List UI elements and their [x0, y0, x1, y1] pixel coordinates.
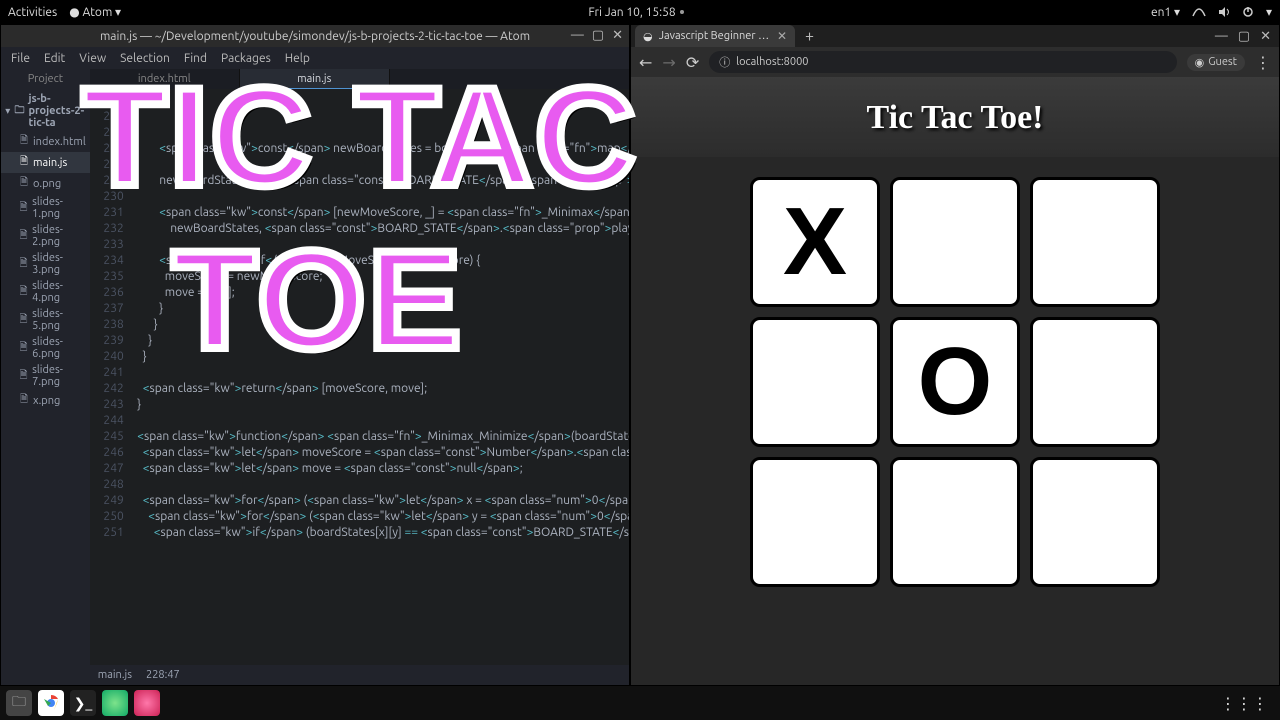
menu-help[interactable]: Help	[285, 52, 310, 65]
tree-file[interactable]: 🗎slides-6.png	[1, 334, 90, 362]
forward-button[interactable]: →	[662, 53, 675, 72]
atom-title-bar[interactable]: main.js — ~/Development/youtube/simondev…	[1, 25, 629, 47]
atom-menu-bar: File Edit View Selection Find Packages Help	[1, 47, 629, 69]
editor-tab[interactable]: index.html	[90, 69, 240, 89]
maximize-button[interactable]: ▢	[592, 28, 604, 43]
power-icon[interactable]	[1242, 6, 1254, 19]
dock-files-icon[interactable]: 🗀	[6, 690, 32, 716]
guest-icon: ◉	[1195, 56, 1205, 69]
browser-close-button[interactable]: ✕	[1260, 29, 1271, 44]
site-info-icon[interactable]: ⓘ	[719, 54, 730, 70]
line-number-gutter: 2242252262272282292302312322332342352362…	[90, 89, 132, 665]
tree-file[interactable]: 🗎o.png	[1, 173, 90, 194]
editor-tab[interactable]: main.js	[240, 69, 390, 89]
chevron-down-icon[interactable]: ▾	[1266, 5, 1272, 19]
minimize-button[interactable]: —	[571, 28, 584, 43]
network-icon[interactable]	[1192, 6, 1206, 19]
browser-menu-icon[interactable]: ⋮	[1255, 53, 1271, 72]
browser-window: ◒ Javascript Beginner Project ✕ + — ▢ ✕ …	[630, 24, 1280, 686]
project-tree[interactable]: Project ▾🗀js-b-projects-2-tic-ta 🗎index.…	[1, 69, 90, 685]
board-cell-3[interactable]	[750, 317, 880, 447]
tree-file[interactable]: 🗎slides-5.png	[1, 306, 90, 334]
project-tree-header: Project	[1, 73, 90, 91]
show-applications-icon[interactable]: ⋮⋮⋮	[1220, 694, 1274, 713]
dock-terminal-icon[interactable]: ❯_	[70, 690, 96, 716]
profile-button[interactable]: ◉ Guest	[1187, 54, 1245, 71]
board-cell-8[interactable]	[1030, 457, 1160, 587]
tree-file[interactable]: 🗎index.html	[1, 131, 90, 152]
menu-view[interactable]: View	[79, 52, 106, 65]
dock-app4-icon[interactable]	[102, 690, 128, 716]
editor-tab-bar: index.htmlmain.js	[90, 69, 629, 89]
browser-tab-title: Javascript Beginner Project	[659, 30, 771, 42]
activities-button[interactable]: Activities	[8, 6, 57, 19]
url-text: localhost:8000	[736, 56, 808, 68]
app-menu[interactable]: ● Atom ▾	[69, 5, 121, 19]
board-cell-0[interactable]: X	[750, 177, 880, 307]
close-tab-icon[interactable]: ✕	[777, 29, 787, 43]
project-root-folder[interactable]: ▾🗀js-b-projects-2-tic-ta	[1, 91, 90, 131]
tree-file[interactable]: 🗎slides-7.png	[1, 362, 90, 390]
tree-file[interactable]: 🗎slides-4.png	[1, 278, 90, 306]
atom-status-bar: main.js 228:47 LF UTF-8 JavaScript ◌ Git…	[90, 665, 629, 685]
tic-tac-toe-board: XO	[750, 177, 1160, 587]
page-content: Tic Tac Toe! XO	[631, 77, 1279, 685]
browser-toolbar: ← → ⟳ ⓘ localhost:8000 ◉ Guest ⋮	[631, 47, 1279, 77]
dock-chrome-icon[interactable]	[38, 690, 64, 716]
user-menu[interactable]: en1 ▾	[1151, 5, 1180, 19]
close-button[interactable]: ✕	[612, 28, 623, 43]
board-cell-4[interactable]: O	[890, 317, 1020, 447]
browser-tab[interactable]: ◒ Javascript Beginner Project ✕	[635, 25, 795, 47]
board-cell-2[interactable]	[1030, 177, 1160, 307]
menu-packages[interactable]: Packages	[221, 52, 271, 65]
reload-button[interactable]: ⟳	[686, 53, 699, 72]
tree-file[interactable]: 🗎x.png	[1, 390, 90, 411]
status-file: main.js	[98, 669, 132, 681]
board-cell-6[interactable]	[750, 457, 880, 587]
board-cell-1[interactable]	[890, 177, 1020, 307]
code-editor[interactable]: <span class="kw">const</span> newBoardSt…	[132, 89, 629, 665]
board-cell-7[interactable]	[890, 457, 1020, 587]
board-cell-5[interactable]	[1030, 317, 1160, 447]
dock-app5-icon[interactable]	[134, 690, 160, 716]
new-tab-button[interactable]: +	[795, 27, 824, 45]
back-button[interactable]: ←	[639, 53, 652, 72]
gnome-top-bar: Activities ● Atom ▾ Fri Jan 10, 15:58 en…	[0, 0, 1280, 24]
tree-file[interactable]: 🗎slides-2.png	[1, 222, 90, 250]
menu-file[interactable]: File	[11, 52, 30, 65]
menu-edit[interactable]: Edit	[44, 52, 65, 65]
browser-minimize-button[interactable]: —	[1215, 29, 1228, 44]
clock[interactable]: Fri Jan 10, 15:58	[121, 6, 1151, 19]
page-title: Tic Tac Toe!	[867, 99, 1044, 137]
tab-favicon: ◒	[643, 30, 653, 43]
browser-maximize-button[interactable]: ▢	[1238, 29, 1250, 44]
tree-file[interactable]: 🗎slides-3.png	[1, 250, 90, 278]
tree-file[interactable]: 🗎main.js	[1, 152, 90, 173]
atom-editor-window: main.js — ~/Development/youtube/simondev…	[0, 24, 630, 686]
volume-icon[interactable]	[1218, 6, 1230, 19]
browser-tab-strip: ◒ Javascript Beginner Project ✕ + — ▢ ✕	[631, 25, 1279, 47]
tree-file[interactable]: 🗎slides-1.png	[1, 194, 90, 222]
menu-selection[interactable]: Selection	[120, 52, 170, 65]
menu-find[interactable]: Find	[184, 52, 207, 65]
address-bar[interactable]: ⓘ localhost:8000	[709, 51, 1176, 73]
status-cursor: 228:47	[146, 669, 180, 681]
bottom-dock: 🗀 ❯_ ⋮⋮⋮	[0, 686, 1280, 720]
